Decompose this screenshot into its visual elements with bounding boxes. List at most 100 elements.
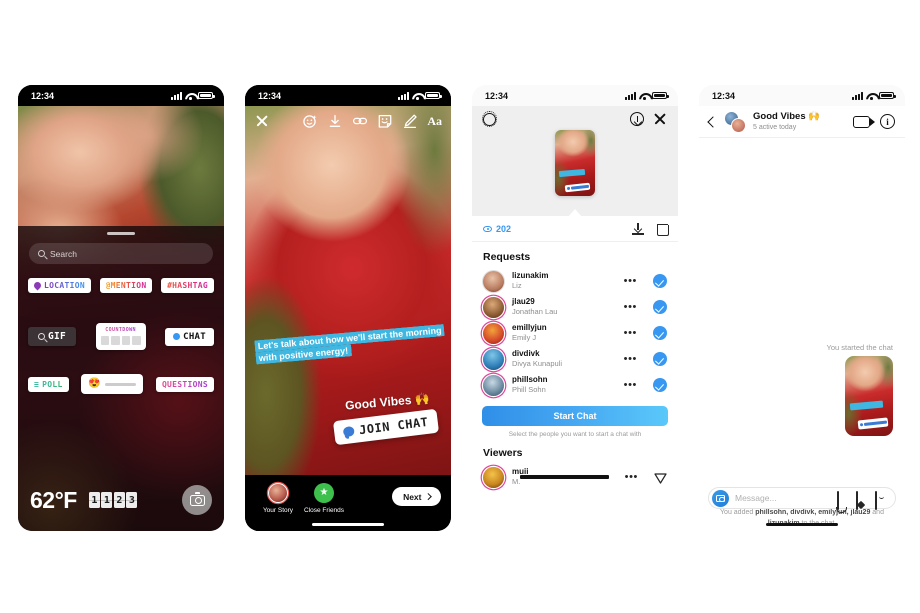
status-bar: 12:34 [472,85,678,106]
sticker-time[interactable]: 1 1 2 3 [88,492,138,508]
username: lizunakim [512,270,549,280]
sticker-countdown-label: COUNTDOWN [101,327,141,333]
chevron-right-icon [424,493,431,500]
sticker-icon[interactable] [875,490,888,510]
info-icon[interactable]: i [880,114,895,129]
effects-face-icon[interactable] [302,113,318,129]
selected-check-icon[interactable] [653,352,667,366]
start-chat-button[interactable]: Start Chat [482,406,668,426]
more-options-icon[interactable]: ••• [624,353,637,365]
emoji-slider-track[interactable] [104,382,137,386]
story-thumbnail[interactable] [555,130,595,196]
close-icon[interactable] [254,113,270,129]
status-time: 12:34 [258,90,282,101]
avatar[interactable] [724,110,746,133]
fullname: Phill Sohn [512,385,546,395]
selected-check-icon[interactable] [653,378,667,392]
start-chat-hint: Select the people you want to start a ch… [508,431,642,438]
status-bar: 12:34 [699,85,905,106]
your-story-avatar [268,483,288,503]
download-icon[interactable] [632,222,644,235]
sticker-icon[interactable] [377,113,393,129]
status-icons [852,91,896,100]
sticker-temperature[interactable]: 62°F [30,487,77,514]
more-options-icon[interactable]: ••• [624,327,637,339]
avatar [483,322,504,344]
sticker-chat[interactable]: CHAT [165,327,214,346]
close-icon[interactable] [653,112,667,126]
share-close-friends[interactable]: ★ Close Friends [301,483,347,514]
chat-title: Good Vibes 🙌 [753,110,821,122]
text-aa-icon[interactable]: Aa [427,114,442,129]
link-icon[interactable] [352,113,368,129]
status-icons [625,91,669,100]
camera-icon [189,492,205,506]
list-item[interactable]: jlau29 Jonathan Lau ••• [472,294,678,320]
added-names: phillsohn, divdivk, emilyjun, jlau29 [755,509,871,516]
list-item[interactable]: lizunakim Liz ••• [472,268,678,294]
view-count[interactable]: 202 [483,224,511,234]
sticker-hashtag[interactable]: #HASHTAG [161,278,214,293]
message-composer[interactable]: Message... [708,487,896,510]
more-options-icon[interactable]: ••• [624,275,637,287]
more-options-icon[interactable]: ••• [624,301,637,313]
status-time: 12:34 [31,90,55,101]
selected-check-icon[interactable] [653,300,667,314]
shared-story-message[interactable] [845,356,893,436]
eye-icon [483,225,492,232]
camera-icon[interactable] [712,489,729,507]
phone-3-insights: 12:34 202 Requests lizunakim Liz ••• jla… [472,85,678,531]
list-item[interactable]: emillyjun Emily J ••• [472,320,678,346]
avatar [483,348,504,370]
search-input[interactable]: Search [29,243,213,264]
chat-bubble-icon [342,425,355,438]
sticker-questions[interactable]: QUESTIONS [155,376,214,392]
microphone-icon[interactable] [837,490,850,510]
selected-check-icon[interactable] [653,326,667,340]
search-icon [38,250,45,257]
time-digit: 2 [113,492,125,508]
list-item[interactable]: muii M. ••• [472,464,678,490]
sticker-mention[interactable]: @MENTION [99,278,153,293]
selected-check-icon[interactable] [653,274,667,288]
list-item[interactable]: phillsohn Phill Sohn ••• [472,372,678,398]
list-item[interactable]: divdivk Divya Kunapuli ••• [472,346,678,372]
send-icon[interactable] [654,471,667,484]
close-friends-star-icon: ★ [314,483,334,503]
editor-toolbar: Aa [245,106,451,136]
more-options-icon[interactable]: ••• [625,471,638,483]
more-options-icon[interactable]: ••• [624,379,637,391]
status-time: 12:34 [712,90,736,101]
sticker-poll[interactable]: ≡ POLL [28,376,69,392]
back-chevron-icon[interactable] [707,115,719,128]
home-indicator [312,523,384,526]
share-your-story[interactable]: Your Story [255,483,301,514]
next-button[interactable]: Next [392,487,441,506]
sticker-tray: Search LOCATION @MENTION #HASHTAG GIF CO… [18,226,224,531]
download-icon[interactable] [327,113,343,129]
gallery-icon[interactable] [856,490,869,510]
video-call-icon[interactable] [853,115,875,128]
redaction-bar [520,475,609,479]
gear-icon[interactable] [481,111,498,127]
location-pin-icon [32,280,43,291]
fullname: Liz [512,281,522,291]
wifi-icon [639,92,649,100]
trash-icon[interactable] [656,223,669,236]
message-input-placeholder[interactable]: Message... [735,493,831,503]
download-circle-icon[interactable] [630,112,644,126]
sticker-location[interactable]: LOCATION [28,278,91,293]
sticker-location-label: LOCATION [44,281,85,290]
draw-pencil-icon[interactable] [402,113,418,129]
insights-header [472,106,678,217]
sticker-countdown[interactable]: COUNTDOWN [95,323,146,350]
phone-4-chat: 12:34 Good Vibes 🙌 5 active today i You … [699,85,905,531]
sticker-hashtag-label: #HASHTAG [167,281,208,290]
drag-handle[interactable] [107,232,135,235]
join-chat-label: JOIN CHAT [358,414,430,438]
sticker-emoji-slider[interactable]: 😍 [81,374,144,394]
fullname: Emily J [512,333,537,343]
camera-sticker-button[interactable] [182,485,212,515]
sticker-gif[interactable]: GIF [28,327,77,346]
story-stats-row: 202 [472,216,678,242]
